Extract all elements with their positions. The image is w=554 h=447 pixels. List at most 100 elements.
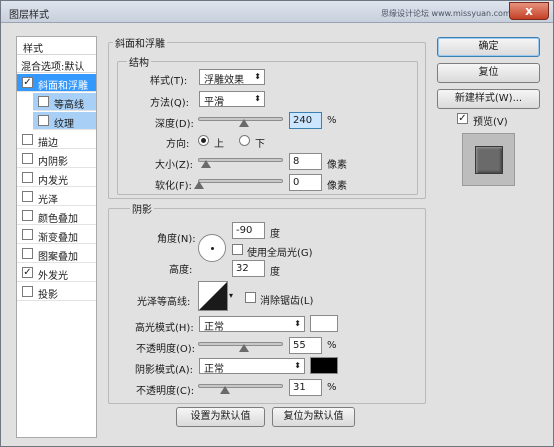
- style-item-label: 外发光: [38, 271, 68, 282]
- style-dropdown-value: 浮雕效果: [204, 75, 244, 85]
- shadow-opacity-thumb[interactable]: [220, 386, 230, 394]
- close-button[interactable]: x: [509, 2, 549, 20]
- style-item-label: 图案叠加: [38, 252, 78, 263]
- satin-checkbox[interactable]: [22, 191, 33, 202]
- style-item-label: 投影: [38, 290, 58, 301]
- shadow-mode-dropdown[interactable]: 正常 ⬍: [199, 358, 305, 374]
- reset-to-default-button[interactable]: 复位为默认值: [272, 407, 355, 427]
- texture-checkbox[interactable]: [38, 115, 49, 126]
- inner-shadow-checkbox[interactable]: [22, 153, 33, 164]
- angle-input[interactable]: -90: [232, 222, 265, 239]
- highlight-mode-dropdown[interactable]: 正常 ⬍: [199, 316, 305, 332]
- highlight-color-swatch[interactable]: [310, 315, 338, 332]
- size-slider-thumb[interactable]: [201, 160, 211, 168]
- direction-up-radio[interactable]: [198, 135, 209, 146]
- shadow-mode-label: 阴影模式(A):: [135, 365, 194, 376]
- shadow-mode-value: 正常: [204, 364, 224, 374]
- highlight-opacity-thumb[interactable]: [239, 344, 249, 352]
- reset-button[interactable]: 复位: [437, 63, 540, 83]
- style-item-contour[interactable]: 等高线: [33, 93, 96, 111]
- style-item-inner-glow[interactable]: 内发光: [17, 169, 96, 187]
- style-item-label: 等高线: [54, 100, 84, 111]
- style-item-texture[interactable]: 纹理: [33, 112, 96, 130]
- style-label: 样式(T):: [150, 76, 188, 87]
- technique-dropdown-value: 平滑: [204, 97, 224, 107]
- altitude-input[interactable]: 32: [232, 260, 265, 277]
- gradient-overlay-checkbox[interactable]: [22, 229, 33, 240]
- shading-title: 阴影: [130, 201, 154, 216]
- style-item-label: 描边: [38, 138, 58, 149]
- style-item-color-overlay[interactable]: 颜色叠加: [17, 207, 96, 225]
- dropdown-arrow-icon: ⬍: [294, 361, 301, 370]
- dropdown-arrow-icon: ⬍: [294, 319, 301, 328]
- preview-label: 预览(V): [473, 117, 508, 128]
- stroke-checkbox[interactable]: [22, 134, 33, 145]
- shadow-opacity-unit: %: [327, 382, 337, 393]
- contour-dropdown-icon[interactable]: ▾: [229, 291, 233, 300]
- contour-curve-icon: [199, 282, 227, 310]
- style-item-pattern-overlay[interactable]: 图案叠加: [17, 245, 96, 263]
- dropdown-arrow-icon: ⬍: [254, 72, 261, 81]
- highlight-opacity-label: 不透明度(O):: [136, 344, 196, 355]
- highlight-mode-value: 正常: [204, 322, 224, 332]
- gloss-contour-picker[interactable]: [198, 281, 228, 311]
- soften-slider-thumb[interactable]: [194, 181, 204, 189]
- blending-options-item[interactable]: 混合选项:默认: [17, 55, 96, 73]
- style-item-label: 内发光: [38, 176, 68, 187]
- style-item-stroke[interactable]: 描边: [17, 131, 96, 149]
- style-preview-swatch: [475, 146, 503, 174]
- style-item-bevel-emboss[interactable]: ✓ 斜面和浮雕: [17, 74, 96, 92]
- technique-dropdown[interactable]: 平滑 ⬍: [199, 91, 265, 107]
- shadow-color-swatch[interactable]: [310, 357, 338, 374]
- make-default-button[interactable]: 设置为默认值: [176, 407, 265, 427]
- depth-input[interactable]: 240: [289, 112, 322, 129]
- style-item-drop-shadow[interactable]: 投影: [17, 283, 96, 301]
- outer-glow-checkbox[interactable]: ✓: [22, 267, 33, 278]
- ok-button[interactable]: 确定: [437, 37, 540, 57]
- soften-input[interactable]: 0: [289, 174, 322, 191]
- drop-shadow-checkbox[interactable]: [22, 286, 33, 297]
- style-item-outer-glow[interactable]: ✓ 外发光: [17, 264, 96, 282]
- highlight-opacity-input[interactable]: 55: [289, 337, 322, 354]
- shadow-opacity-label: 不透明度(C):: [136, 386, 195, 397]
- style-item-inner-shadow[interactable]: 内阴影: [17, 150, 96, 168]
- preview-checkbox[interactable]: ✓: [457, 113, 468, 124]
- style-item-satin[interactable]: 光泽: [17, 188, 96, 206]
- soften-unit: 像素: [327, 181, 347, 192]
- style-item-label: 纹理: [54, 119, 74, 130]
- style-item-label: 渐变叠加: [38, 233, 78, 244]
- styles-header[interactable]: 样式: [17, 37, 96, 55]
- contour-checkbox[interactable]: [38, 96, 49, 107]
- altitude-label: 高度:: [169, 265, 193, 276]
- global-light-checkbox[interactable]: [232, 244, 243, 255]
- inner-glow-checkbox[interactable]: [22, 172, 33, 183]
- structure-title: 结构: [127, 54, 151, 69]
- style-item-label: 颜色叠加: [38, 214, 78, 225]
- direction-down-radio[interactable]: [239, 135, 250, 146]
- styles-list: 样式 混合选项:默认 ✓ 斜面和浮雕 等高线 纹理 描边 内阴影 内发光 光泽: [16, 36, 97, 438]
- highlight-opacity-unit: %: [327, 340, 337, 351]
- soften-label: 软化(F):: [155, 181, 192, 192]
- style-item-label: 光泽: [38, 195, 58, 206]
- title-bar[interactable]: 图层样式 思缘设计论坛 www.missyuan.com x: [1, 1, 553, 23]
- shadow-opacity-slider[interactable]: [198, 384, 283, 388]
- anti-aliased-checkbox[interactable]: [245, 292, 256, 303]
- style-item-gradient-overlay[interactable]: 渐变叠加: [17, 226, 96, 244]
- new-style-button[interactable]: 新建样式(W)...: [437, 89, 540, 109]
- style-dropdown[interactable]: 浮雕效果 ⬍: [199, 69, 265, 85]
- technique-label: 方法(Q):: [150, 98, 190, 109]
- soften-slider[interactable]: [198, 179, 283, 183]
- highlight-mode-label: 高光模式(H):: [135, 323, 194, 334]
- color-overlay-checkbox[interactable]: [22, 210, 33, 221]
- bevel-emboss-checkbox[interactable]: ✓: [22, 77, 33, 88]
- direction-label: 方向:: [166, 139, 190, 150]
- direction-up-label: 上: [214, 139, 224, 150]
- depth-slider-thumb[interactable]: [239, 119, 249, 127]
- altitude-unit: 度: [270, 267, 280, 278]
- size-label: 大小(Z):: [155, 160, 194, 171]
- angle-dial[interactable]: [198, 234, 226, 262]
- size-input[interactable]: 8: [289, 153, 322, 170]
- pattern-overlay-checkbox[interactable]: [22, 248, 33, 259]
- depth-label: 深度(D):: [155, 119, 194, 130]
- shadow-opacity-input[interactable]: 31: [289, 379, 322, 396]
